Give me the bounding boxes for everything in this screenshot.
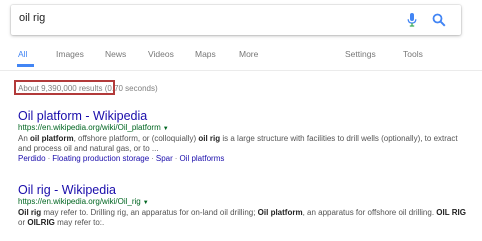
highlight-box: [14, 80, 115, 95]
result-url: https://en.wikipedia.org/wiki/Oil_platfo…: [18, 123, 468, 134]
tab-maps[interactable]: Maps: [195, 49, 216, 59]
sitelink[interactable]: Perdido: [18, 154, 46, 163]
search-result: Oil platform - Wikipedia https://en.wiki…: [18, 109, 468, 164]
snippet-text: OILRIG: [27, 218, 55, 227]
snippet-text: , offshore platform, or (colloquially): [73, 134, 199, 143]
snippet-text: may refer to. Drilling rig, an apparatus…: [41, 208, 258, 217]
microphone-icon[interactable]: [407, 13, 417, 27]
snippet-text: or: [18, 218, 28, 227]
tab-more[interactable]: More: [239, 49, 258, 59]
result-snippet: An oil platform, offshore platform, or (…: [18, 134, 468, 154]
search-box[interactable]: [11, 5, 461, 35]
result-url: https://en.wikipedia.org/wiki/Oil_rig ▼: [18, 197, 468, 208]
tab-all[interactable]: All: [18, 49, 27, 59]
snippet-text: Oil platform: [257, 208, 303, 217]
search-input[interactable]: [19, 12, 379, 24]
sitelink[interactable]: Spar: [156, 154, 173, 163]
snippet-text: oil platform: [30, 134, 74, 143]
snippet-text: An: [18, 134, 31, 143]
tab-images[interactable]: Images: [56, 49, 84, 59]
tools-link[interactable]: Tools: [403, 49, 423, 59]
snippet-text: oil rig: [198, 134, 221, 143]
sitelink-separator: ·: [174, 154, 178, 163]
sitelink-separator: ·: [47, 154, 51, 163]
tab-videos[interactable]: Videos: [148, 49, 174, 59]
caret-down-icon[interactable]: ▼: [163, 126, 169, 132]
tabs-divider: [0, 70, 482, 71]
snippet-text: , an apparatus for offshore oil drilling…: [302, 208, 437, 217]
result-title-link[interactable]: Oil platform - Wikipedia: [18, 109, 468, 123]
settings-link[interactable]: Settings: [345, 49, 376, 59]
active-tab-indicator: [17, 64, 34, 67]
tab-news[interactable]: News: [105, 49, 126, 59]
search-result: Oil rig - Wikipedia https://en.wikipedia…: [18, 183, 468, 228]
sitelink[interactable]: Floating production storage: [52, 154, 149, 163]
result-sitelinks: Perdido · Floating production storage · Spar…: [18, 154, 468, 164]
sitelink[interactable]: Oil platforms: [179, 154, 224, 163]
search-tabs: All Images News Videos Maps More Setting…: [0, 49, 482, 71]
caret-down-icon[interactable]: ▼: [143, 200, 149, 206]
result-snippet: Oil rig may refer to. Drilling rig, an a…: [18, 208, 468, 228]
result-title-link[interactable]: Oil rig - Wikipedia: [18, 183, 468, 197]
result-url-text: https://en.wikipedia.org/wiki/Oil_rig: [18, 197, 141, 206]
snippet-text: OIL RIG: [436, 208, 466, 217]
snippet-text: Oil rig: [18, 208, 42, 217]
result-url-text: https://en.wikipedia.org/wiki/Oil_platfo…: [18, 123, 161, 132]
snippet-text: may refer to:.: [54, 218, 105, 227]
search-icon[interactable]: [432, 13, 446, 27]
sitelink-separator: ·: [151, 154, 154, 163]
